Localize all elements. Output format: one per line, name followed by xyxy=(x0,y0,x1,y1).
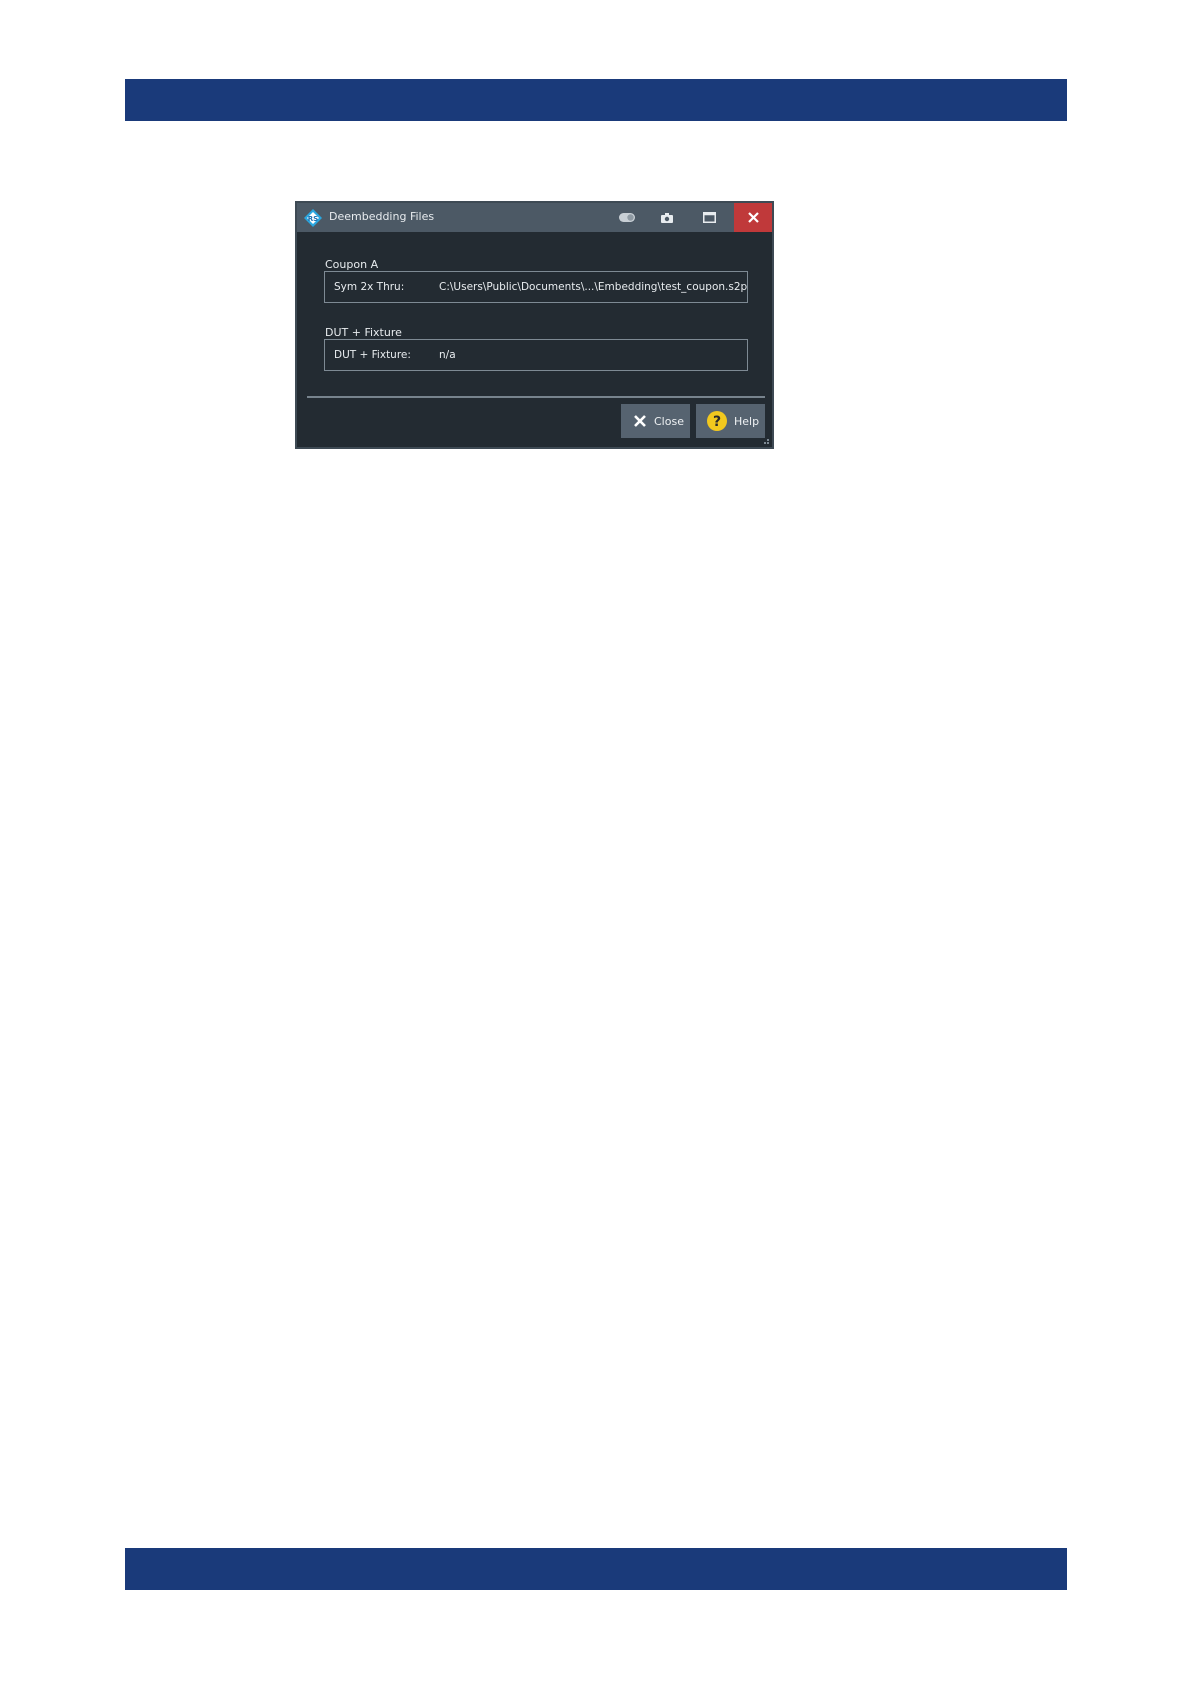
resize-grip-icon[interactable] xyxy=(761,436,770,445)
group-label-dut-fixture: DUT + Fixture xyxy=(325,326,402,339)
toggle-button[interactable] xyxy=(608,203,646,232)
separator xyxy=(307,396,765,398)
sym-2x-thru-path: C:\Users\Public\Documents\...\Embedding\… xyxy=(439,281,748,293)
footer-band xyxy=(125,1548,1067,1590)
dut-fixture-field[interactable]: DUT + Fixture: n/a xyxy=(324,339,748,371)
close-button-label: Close xyxy=(654,414,684,428)
header-band xyxy=(125,79,1067,121)
toggle-switch-icon xyxy=(619,213,635,222)
help-button-label: Help xyxy=(734,414,760,428)
close-icon xyxy=(634,415,646,427)
close-button[interactable]: Close xyxy=(621,404,690,438)
screenshot-button[interactable] xyxy=(648,203,686,232)
coupon-a-field[interactable]: Sym 2x Thru: C:\Users\Public\Documents\.… xyxy=(324,271,748,303)
camera-icon xyxy=(661,212,673,223)
close-icon xyxy=(747,212,759,223)
maximize-button[interactable] xyxy=(690,203,728,232)
window-close-button[interactable] xyxy=(734,203,772,232)
svg-text:RS: RS xyxy=(308,215,318,223)
dut-fixture-label: DUT + Fixture: xyxy=(334,349,411,361)
deembedding-files-dialog: RS Deembedding Files Coupon A Sym 2x Thr… xyxy=(295,201,774,449)
group-label-coupon-a: Coupon A xyxy=(325,258,379,271)
dialog-title: Deembedding Files xyxy=(329,210,435,223)
dut-fixture-value: n/a xyxy=(439,349,456,361)
help-button[interactable]: ? Help xyxy=(696,404,765,438)
svg-text:?: ? xyxy=(713,414,721,430)
maximize-icon xyxy=(702,212,716,223)
help-icon: ? xyxy=(707,411,727,431)
sym-2x-thru-label: Sym 2x Thru: xyxy=(334,281,405,293)
title-bar[interactable]: RS Deembedding Files xyxy=(297,203,772,232)
rohde-schwarz-logo-icon: RS xyxy=(304,209,322,227)
